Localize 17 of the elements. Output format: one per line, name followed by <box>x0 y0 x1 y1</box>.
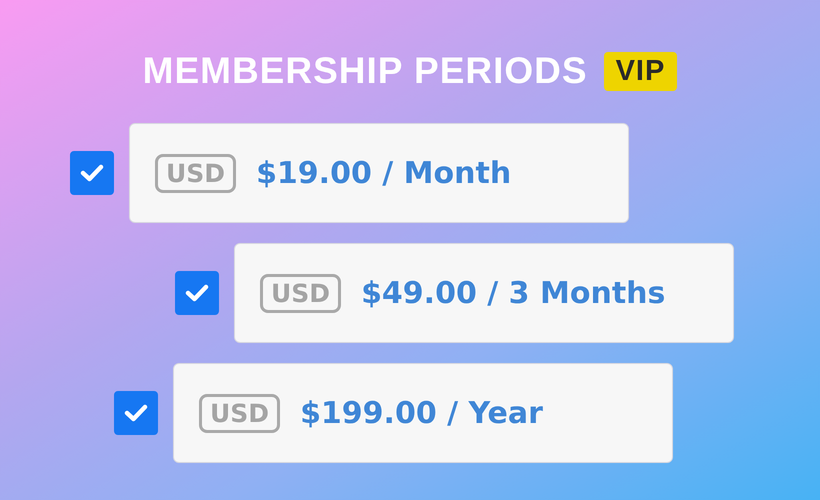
page-title: MEMBERSHIP PERIODS <box>142 50 588 92</box>
price-label: $19.00 / Month <box>256 156 512 190</box>
price-label: $199.00 / Year <box>300 396 543 430</box>
vip-badge: VIP <box>604 52 678 90</box>
price-label: $49.00 / 3 Months <box>361 276 666 310</box>
currency-tag: USD <box>199 394 280 432</box>
checkbox[interactable] <box>114 391 158 435</box>
checkmark-icon <box>80 163 104 183</box>
currency-tag: USD <box>155 154 236 192</box>
price-card[interactable]: USD $19.00 / Month <box>129 123 629 223</box>
currency-tag: USD <box>260 274 342 312</box>
price-card[interactable]: USD $49.00 / 3 Months <box>234 243 734 343</box>
checkbox[interactable] <box>70 151 114 195</box>
checkbox[interactable] <box>175 271 219 315</box>
price-card[interactable]: USD $199.00 / Year <box>173 363 673 463</box>
checkmark-icon <box>185 283 209 303</box>
checkmark-icon <box>124 403 148 423</box>
